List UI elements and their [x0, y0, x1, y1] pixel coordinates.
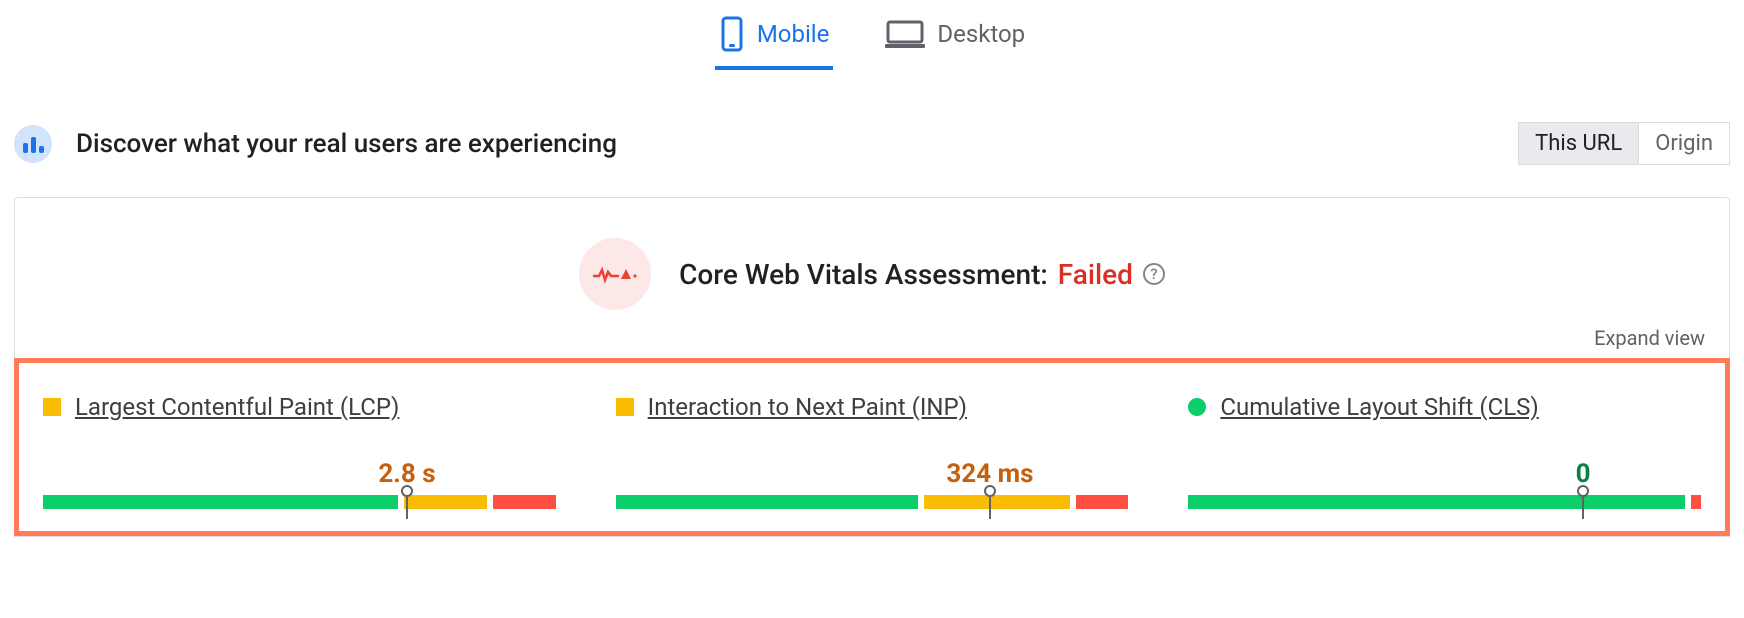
status-square-icon [616, 398, 634, 416]
status-square-icon [43, 398, 61, 416]
section-header: Discover what your real users are experi… [0, 82, 1744, 197]
tab-mobile-label: Mobile [757, 20, 830, 48]
bar-segment-poor [1076, 495, 1128, 509]
header-left: Discover what your real users are experi… [14, 125, 617, 163]
metric-cls-value-row: 0 [1188, 459, 1701, 489]
metric-inp-name[interactable]: Interaction to Next Paint (INP) [648, 393, 967, 421]
vitals-status-icon [579, 238, 651, 310]
metric-inp-header: Interaction to Next Paint (INP) [616, 393, 1129, 421]
assessment-label: Core Web Vitals Assessment: [679, 258, 1048, 291]
bar-chart-icon [14, 125, 52, 163]
help-icon[interactable]: ? [1143, 263, 1165, 285]
metric-cls: Cumulative Layout Shift (CLS) 0 [1188, 393, 1701, 509]
page-title: Discover what your real users are experi… [76, 129, 617, 159]
metric-inp-bar [616, 495, 1129, 509]
tab-desktop[interactable]: Desktop [881, 10, 1029, 70]
tab-desktop-label: Desktop [937, 20, 1025, 48]
metric-lcp-name[interactable]: Largest Contentful Paint (LCP) [75, 393, 399, 421]
desktop-icon [885, 19, 925, 49]
assessment-text: Core Web Vitals Assessment: Failed ? [679, 258, 1165, 291]
status-dot-icon [1188, 398, 1206, 416]
bar-segment-poor [1691, 495, 1701, 509]
assessment-row: Core Web Vitals Assessment: Failed ? [15, 238, 1729, 310]
expand-view-row: Expand view [15, 310, 1729, 358]
scope-toggle: This URL Origin [1518, 122, 1730, 165]
expand-view-link[interactable]: Expand view [1594, 326, 1705, 350]
bar-segment-needs-improvement [924, 495, 1070, 509]
metric-inp-value-row: 324 ms [616, 459, 1129, 489]
scope-this-url-button[interactable]: This URL [1519, 123, 1638, 164]
metric-cls-bar [1188, 495, 1701, 509]
metrics-highlight-box: Largest Contentful Paint (LCP) 2.8 s Int… [14, 358, 1730, 536]
scope-origin-button[interactable]: Origin [1638, 123, 1729, 164]
metric-cls-header: Cumulative Layout Shift (CLS) [1188, 393, 1701, 421]
bar-segment-poor [493, 495, 556, 509]
bar-segment-good [43, 495, 398, 509]
metric-lcp-bar [43, 495, 556, 509]
mobile-icon [719, 16, 745, 52]
vitals-card: Core Web Vitals Assessment: Failed ? Exp… [14, 197, 1730, 537]
metric-lcp-value-row: 2.8 s [43, 459, 556, 489]
assessment-status: Failed [1058, 258, 1133, 291]
bar-marker [984, 485, 996, 519]
bar-marker [1577, 485, 1589, 519]
device-tabs: Mobile Desktop [0, 10, 1744, 82]
bar-segment-good [1188, 495, 1684, 509]
tab-mobile[interactable]: Mobile [715, 10, 834, 70]
bar-marker [401, 485, 413, 519]
metric-lcp-header: Largest Contentful Paint (LCP) [43, 393, 556, 421]
bar-segment-good [616, 495, 918, 509]
bar-segment-needs-improvement [404, 495, 487, 509]
metric-cls-name[interactable]: Cumulative Layout Shift (CLS) [1220, 393, 1538, 421]
metric-lcp: Largest Contentful Paint (LCP) 2.8 s [43, 393, 556, 509]
metric-inp: Interaction to Next Paint (INP) 324 ms [616, 393, 1129, 509]
